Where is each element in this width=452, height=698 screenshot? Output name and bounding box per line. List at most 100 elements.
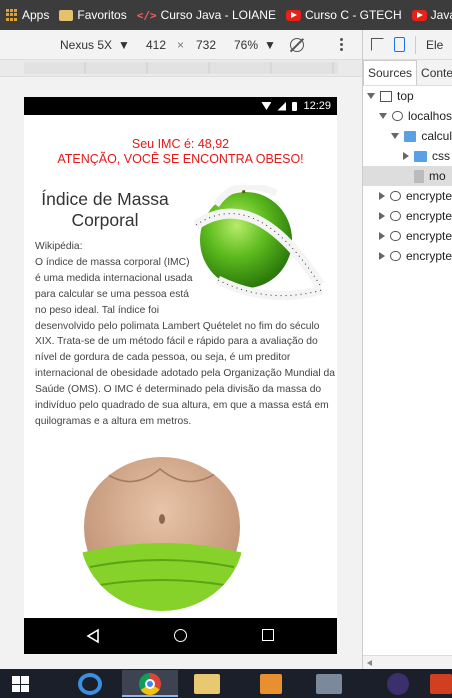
tree-item-label: encrypte bbox=[405, 189, 452, 203]
tree-item-encrypted[interactable]: encrypte bbox=[363, 206, 452, 226]
phone-status-bar: 12:29 bbox=[24, 97, 337, 115]
bookmark-label: Java bbox=[430, 8, 452, 22]
tree-item-label: encrypte bbox=[405, 229, 452, 243]
folder-icon bbox=[59, 9, 74, 21]
tree-item-label: localhos bbox=[407, 109, 452, 123]
device-select[interactable]: Nexus 5X ▼ bbox=[60, 38, 130, 52]
collapse-arrow-icon bbox=[379, 192, 385, 200]
collapse-arrow-icon bbox=[379, 232, 385, 240]
toolbar-divider bbox=[415, 35, 416, 54]
eclipse-icon[interactable] bbox=[387, 673, 409, 695]
signal-icon bbox=[277, 101, 287, 111]
cloud-icon bbox=[390, 191, 401, 201]
tree-item-label: css bbox=[432, 149, 450, 163]
media-player-icon[interactable] bbox=[260, 674, 282, 694]
folder-icon bbox=[404, 130, 417, 142]
bookmarks-bar: Apps Favoritos </> Curso Java - LOIANE C… bbox=[0, 0, 452, 30]
status-time: 12:29 bbox=[303, 100, 331, 112]
file-explorer-icon[interactable] bbox=[194, 674, 220, 694]
tree-item-encrypted[interactable]: encrypte bbox=[363, 226, 452, 246]
tab-elements[interactable]: Ele bbox=[426, 38, 443, 52]
zoom-select[interactable]: 76% ▼ bbox=[234, 38, 276, 52]
chrome-icon[interactable] bbox=[139, 673, 161, 695]
devtools-scrollbar[interactable] bbox=[363, 655, 452, 669]
taskbar-app-icon[interactable] bbox=[430, 674, 452, 694]
tree-item-folder[interactable]: calcul bbox=[363, 126, 452, 146]
tree-item-localhost[interactable]: localhos bbox=[363, 106, 452, 126]
tree-item-file[interactable]: mo bbox=[363, 166, 452, 186]
battery-icon bbox=[292, 101, 298, 111]
phone-page: Seu IMC é: 48,92 ATENÇÃO, VOCÊ SE ENCONT… bbox=[24, 115, 337, 618]
expand-arrow-icon bbox=[379, 113, 387, 119]
cloud-icon bbox=[390, 231, 401, 241]
windows-taskbar bbox=[0, 669, 452, 698]
media-query-ruler bbox=[0, 60, 362, 77]
devtools-panel: Ele Sources Conte top localhos calcul cs… bbox=[362, 30, 452, 669]
cloud-icon bbox=[390, 211, 401, 221]
dimension-separator: × bbox=[177, 37, 185, 52]
bookmark-java[interactable]: Java bbox=[411, 8, 452, 22]
expand-arrow-icon bbox=[391, 133, 399, 139]
expand-arrow-icon bbox=[367, 93, 375, 99]
youtube-icon bbox=[285, 9, 301, 21]
cloud-icon bbox=[392, 111, 403, 121]
frame-icon bbox=[380, 90, 392, 102]
bookmark-favoritos[interactable]: Favoritos bbox=[59, 8, 127, 22]
sources-file-tree: top localhos calcul css mo encrypte encr… bbox=[363, 86, 452, 266]
bookmark-curso-c[interactable]: Curso C - GTECH bbox=[285, 8, 402, 22]
code-icon: </> bbox=[136, 8, 157, 22]
sources-subtabs: Sources Conte bbox=[363, 60, 452, 86]
bookmark-label: Curso C - GTECH bbox=[304, 8, 402, 22]
recent-apps-icon[interactable] bbox=[262, 629, 274, 641]
zoom-value: 76% bbox=[234, 37, 259, 52]
collapse-arrow-icon bbox=[379, 212, 385, 220]
file-icon bbox=[414, 169, 424, 183]
width-input[interactable]: 412 bbox=[146, 38, 166, 52]
height-input[interactable]: 732 bbox=[196, 38, 216, 52]
abdomen-image bbox=[80, 457, 244, 611]
phone-navigation-bar bbox=[24, 618, 337, 654]
collapse-arrow-icon bbox=[403, 152, 409, 160]
windows-start-icon[interactable] bbox=[12, 676, 29, 692]
internet-explorer-icon[interactable] bbox=[78, 673, 102, 695]
folder-icon bbox=[414, 150, 427, 162]
device-toolbar-icon[interactable] bbox=[394, 37, 405, 52]
page-title: Índice de Massa Corporal bbox=[41, 189, 169, 230]
more-options-icon[interactable] bbox=[340, 38, 343, 51]
device-name: Nexus 5X bbox=[60, 37, 113, 52]
tree-item-encrypted[interactable]: encrypte bbox=[363, 186, 452, 206]
apps-grid-icon bbox=[6, 9, 18, 21]
tab-sources[interactable]: Sources bbox=[363, 60, 418, 85]
imc-warning-text: ATENÇÃO, VOCÊ SE ENCONTRA OBESO! bbox=[57, 152, 304, 166]
article-text: Wikipédia: O índice de massa corporal (I… bbox=[35, 239, 335, 430]
youtube-icon bbox=[411, 9, 427, 21]
tree-item-top[interactable]: top bbox=[363, 86, 452, 106]
imc-value-text: Seu IMC é: 48,92 bbox=[131, 137, 230, 151]
devtools-toolbar: Ele bbox=[363, 30, 452, 60]
rotate-icon[interactable] bbox=[290, 38, 304, 52]
cloud-icon bbox=[390, 251, 401, 261]
bookmark-curso-java[interactable]: </> Curso Java - LOIANE bbox=[137, 8, 276, 22]
imc-result: Seu IMC é: 48,92 ATENÇÃO, VOCÊ SE ENCONT… bbox=[24, 137, 337, 167]
viewport-scrollbar[interactable] bbox=[0, 655, 362, 669]
back-icon[interactable] bbox=[86, 628, 100, 644]
tree-item-label: top bbox=[397, 89, 414, 103]
home-icon[interactable] bbox=[174, 629, 187, 642]
tree-item-encrypted[interactable]: encrypte bbox=[363, 246, 452, 266]
inspect-element-icon[interactable] bbox=[371, 38, 384, 51]
chevron-down-icon: ▼ bbox=[264, 37, 276, 52]
chevron-down-icon: ▼ bbox=[118, 37, 130, 52]
bookmark-label: Favoritos bbox=[77, 8, 127, 22]
tree-item-label: mo bbox=[429, 169, 446, 183]
bookmark-apps[interactable]: Apps bbox=[6, 8, 49, 22]
tree-item-label: encrypte bbox=[405, 249, 452, 263]
tree-item-label: calcul bbox=[421, 129, 452, 143]
bookmark-label: Apps bbox=[22, 8, 50, 22]
tree-item-label: encrypte bbox=[405, 209, 452, 223]
tree-item-css[interactable]: css bbox=[363, 146, 452, 166]
device-toolbar: Nexus 5X ▼ 412 × 732 76% ▼ bbox=[0, 30, 362, 60]
taskbar-app-icon[interactable] bbox=[316, 674, 342, 694]
collapse-arrow-icon bbox=[379, 252, 385, 260]
tab-content-scripts[interactable]: Conte bbox=[417, 61, 452, 85]
wifi-icon bbox=[261, 102, 272, 110]
